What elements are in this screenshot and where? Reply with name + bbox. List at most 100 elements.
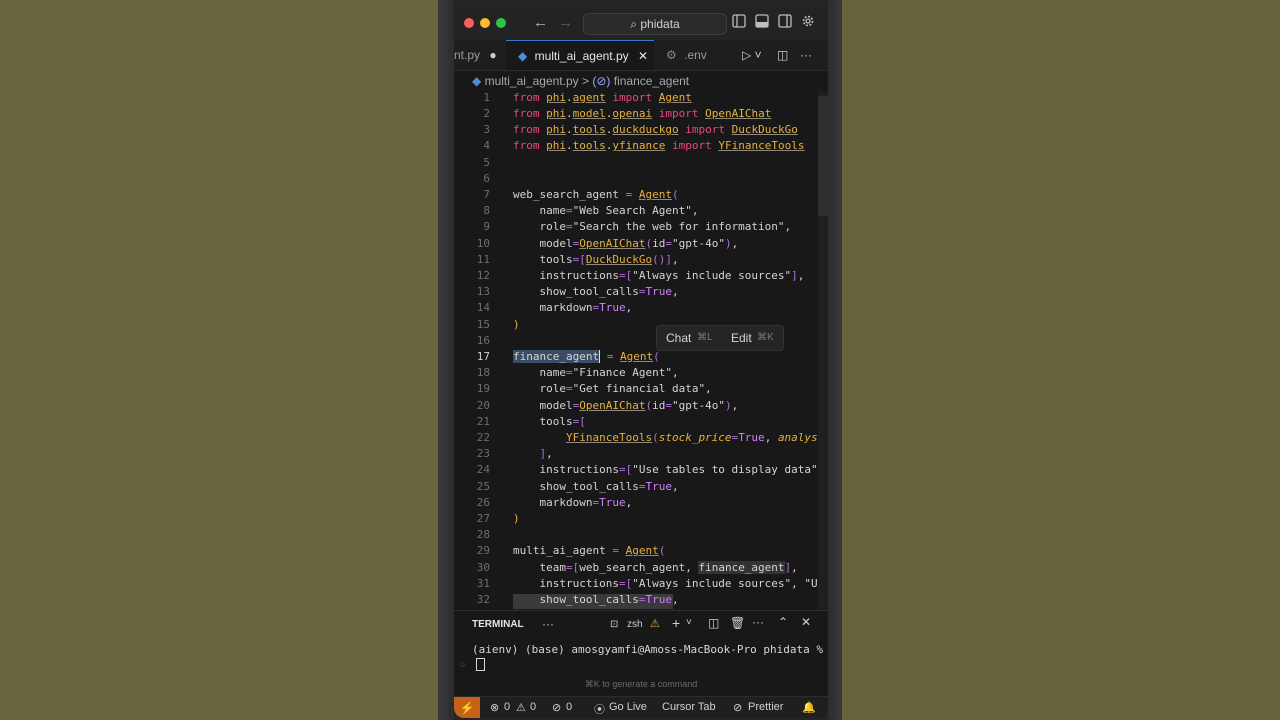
breadcrumb-symbol[interactable]: finance_agent [614, 74, 689, 88]
line-number: 16 [476, 334, 490, 347]
code-line: from phi.tools.yfinance import YFinanceT… [513, 139, 805, 152]
unsaved-dot-icon: ● [489, 48, 497, 62]
line-number: 18 [476, 366, 490, 379]
chevron-down-icon[interactable]: ˅ [686, 617, 692, 628]
line-number: 7 [483, 188, 490, 201]
terminal-tab[interactable]: TERMINAL [472, 619, 524, 630]
code-line: show_tool_calls=True, [513, 285, 679, 298]
split-terminal-icon[interactable]: ◫ [708, 616, 719, 630]
code-line: name="Finance Agent", [513, 366, 679, 379]
line-number: 22 [476, 431, 490, 444]
line-number: 25 [476, 480, 490, 493]
line-number: 15 [476, 318, 490, 331]
line-number: 14 [476, 301, 490, 314]
variable-symbol-icon: (⊘) [592, 74, 611, 88]
line-number: 3 [483, 123, 490, 136]
terminal-cursor[interactable] [476, 658, 485, 671]
code-line: ) [513, 512, 520, 525]
code-line: model=OpenAIChat(id="gpt-4o"), [513, 399, 739, 412]
shell-name[interactable]: zsh [627, 619, 643, 630]
tab-env[interactable]: ⚙ .env [666, 40, 736, 70]
code-line: instructions=["Always include sources", … [513, 577, 828, 590]
minimize-window-button[interactable] [480, 18, 490, 28]
line-number: 11 [476, 253, 490, 266]
close-tab-icon[interactable]: ✕ [638, 49, 648, 63]
code-line: markdown=True, [513, 496, 633, 509]
command-center-search[interactable]: ⌕ phidata [583, 13, 727, 35]
warning-icon: ⚠ [650, 618, 660, 630]
forward-arrow-icon[interactable]: → [558, 14, 573, 31]
tab-previous-file[interactable]: nt.py ● [454, 40, 506, 70]
line-number: 12 [476, 269, 490, 282]
more-actions-icon[interactable]: ··· [800, 40, 812, 70]
title-bar: ← → ⌕ phidata [454, 6, 828, 40]
close-panel-icon[interactable]: ✕ [801, 615, 811, 629]
search-label: phidata [640, 17, 680, 31]
line-number: 30 [476, 561, 490, 574]
error-count[interactable]: 0 [504, 701, 510, 713]
run-file-icon[interactable]: ▷ ˅ [742, 40, 762, 70]
split-editor-icon[interactable]: ◫ [777, 40, 788, 70]
notifications-bell-icon[interactable]: 🔔 [802, 701, 816, 714]
toggle-secondary-sidebar-icon[interactable] [778, 14, 792, 28]
warning-count[interactable]: 0 [530, 701, 536, 713]
code-line: show_tool_calls=True, [513, 593, 679, 606]
tab-label: .env [684, 48, 707, 62]
close-window-button[interactable] [464, 18, 474, 28]
tab-multi-ai-agent[interactable]: ◆ multi_ai_agent.py ✕ [506, 40, 654, 70]
maximize-window-button[interactable] [496, 18, 506, 28]
edit-shortcut: ⌘K [757, 332, 774, 343]
prettier-button[interactable]: Prettier [748, 701, 783, 713]
code-line: ) [513, 318, 520, 331]
terminal-panel: TERMINAL ··· ⊡ zsh ⚠ + ˅ ◫ 🗑 ··· ⌃ ✕ (ai… [454, 610, 828, 697]
code-line: role="Get financial data", [513, 382, 712, 395]
prettier-check-icon: ⊘ [733, 702, 743, 714]
more-icon[interactable]: ··· [542, 617, 554, 631]
toggle-sidebar-icon[interactable] [732, 14, 746, 28]
line-number: 23 [476, 447, 490, 460]
line-number: 31 [476, 577, 490, 590]
cursor-tab-button[interactable]: Cursor Tab [662, 701, 716, 713]
status-circle-icon: ○ [460, 659, 466, 669]
more-actions-icon[interactable]: ··· [752, 615, 764, 629]
back-arrow-icon[interactable]: ← [533, 14, 548, 31]
line-number: 26 [476, 496, 490, 509]
code-line: team=[web_search_agent, finance_agent], [513, 561, 798, 574]
edit-button[interactable]: Edit [731, 331, 752, 345]
line-number: 27 [476, 512, 490, 525]
scrollbar-thumb[interactable] [818, 96, 828, 216]
code-line: instructions=["Use tables to display dat… [513, 463, 828, 476]
python-file-icon: ◆ [518, 49, 528, 63]
chat-shortcut: ⌘L [697, 332, 713, 343]
line-number: 28 [476, 528, 490, 541]
chat-button[interactable]: Chat [666, 331, 691, 345]
go-live-button[interactable]: Go Live [609, 701, 647, 713]
toggle-panel-icon[interactable] [755, 14, 769, 28]
status-bar: ⚡ ⊗ 0 ⚠ 0 ⊘ 0 ⦿ Go Live Cursor Tab ⊘ Pre… [454, 696, 828, 718]
broadcast-icon: ⦿ [594, 704, 605, 716]
background-left [0, 0, 438, 720]
search-icon: ⌕ [630, 17, 637, 31]
gear-file-icon: ⚙ [666, 48, 677, 62]
ports-count[interactable]: 0 [566, 701, 572, 713]
background-right [842, 0, 1280, 720]
editor-scrollbar[interactable] [818, 91, 828, 610]
trash-icon[interactable]: 🗑 [730, 616, 745, 630]
new-terminal-icon[interactable]: + [672, 615, 680, 631]
code-line: from phi.model.openai import OpenAIChat [513, 107, 772, 120]
line-number: 17 [476, 350, 490, 363]
settings-gear-icon[interactable] [801, 14, 815, 28]
code-line: YFinanceTools(stock_price=True, analyst_… [565, 431, 828, 444]
line-number: 32 [476, 593, 490, 606]
terminal-hint: ⌘K to generate a command [584, 679, 698, 689]
vscode-app: ← → ⌕ phidata nt.py ● ◆ multi_ai_agent.p… [454, 6, 828, 718]
error-icon[interactable]: ⊗ [490, 701, 499, 714]
warning-icon[interactable]: ⚠ [516, 701, 526, 714]
ports-icon[interactable]: ⊘ [552, 701, 561, 714]
tab-label: multi_ai_agent.py [534, 49, 629, 63]
breadcrumb-file[interactable]: multi_ai_agent.py [485, 74, 579, 88]
line-number: 1 [483, 91, 490, 104]
remote-indicator-icon[interactable]: ⚡ [454, 697, 480, 718]
maximize-panel-icon[interactable]: ⌃ [778, 615, 788, 629]
breadcrumb: ◆ multi_ai_agent.py > (⊘) finance_agent [454, 71, 828, 91]
